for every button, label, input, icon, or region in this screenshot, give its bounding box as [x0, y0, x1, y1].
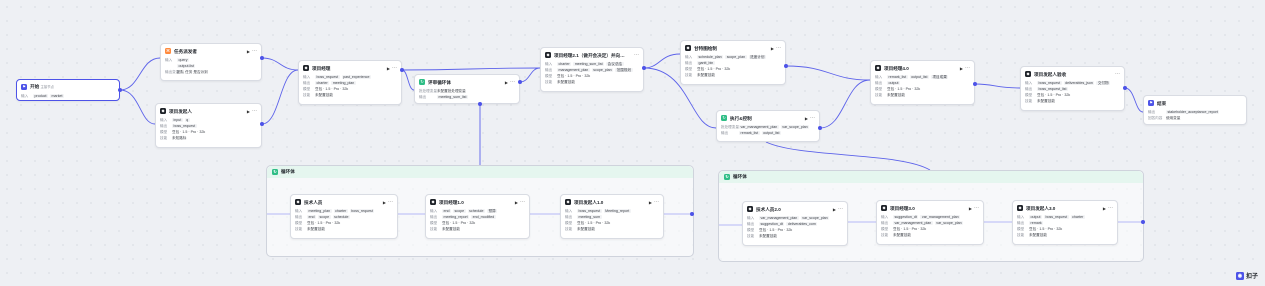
port-review-out[interactable] — [518, 80, 522, 84]
llm-icon: ◆ — [545, 52, 551, 58]
port-loop1-out[interactable] — [690, 212, 694, 216]
task-dispatcher-node[interactable]: ⌘ 任务派发者 ▶ ⋯ 输入 query output.list 输出变量 团队 任务 是… — [160, 43, 262, 81]
run-icon[interactable]: ▶ — [387, 66, 390, 71]
port-sponsor-out[interactable] — [260, 122, 264, 126]
port-loop2-out[interactable] — [1141, 220, 1145, 224]
project-manager-2-1-node[interactable]: ◆ 项目经理2.1（做开会决定）并向… ⋯ 输入 charter meeting_sum… — [540, 47, 644, 92]
llm-icon: ◆ — [685, 45, 691, 51]
end-node[interactable]: ⚑ 结束 输出 stakeholder_acceptance_report 回答内容… — [1143, 95, 1247, 125]
loop2-tech-node[interactable]: ◆ 技术人员2.0 ▶ ⋯ 输入 var_management_plan var_scop… — [742, 201, 848, 246]
llm-icon: ◆ — [565, 199, 571, 205]
run-icon[interactable]: ▶ — [1103, 206, 1106, 211]
more-icon[interactable]: ⋯ — [388, 199, 393, 205]
run-icon[interactable]: ▶ — [247, 49, 250, 54]
more-icon[interactable]: ⋯ — [392, 65, 397, 71]
more-icon[interactable]: ⋯ — [252, 108, 257, 114]
edge-sponsor-coach — [261, 69, 299, 125]
loop-group-header: ↻ 循环体 — [267, 166, 693, 178]
more-icon[interactable]: ⋯ — [520, 199, 525, 205]
edge-pm21-gantt — [643, 53, 681, 69]
edge-coach-pm21 — [401, 67, 541, 71]
loop1-tech-node[interactable]: ◆ 技术人员 ▶ ⋯ 输入 meeting_plan charter boss_reques… — [290, 194, 398, 239]
project-manager-node[interactable]: ◆ 项目经理 ▶ ⋯ 输入 boss_request past_experience 输出… — [298, 60, 402, 105]
edge-risk-pm40 — [819, 79, 871, 129]
llm-icon: ◆ — [430, 199, 436, 205]
start-node[interactable]: ⚑ 开始 主接节点 输入 product market — [16, 79, 120, 101]
run-icon[interactable]: ▶ — [505, 80, 508, 85]
port-pm21-out[interactable] — [642, 66, 646, 70]
loop1-pm-node[interactable]: ◆ 项目经理1.0 ▶ ⋯ 输入 end scope schedule 预算 输出 meetin… — [425, 194, 530, 239]
run-icon[interactable]: ▶ — [969, 206, 972, 211]
brand-logo: ◉ 扣子 — [1235, 271, 1258, 280]
more-icon[interactable]: ⋯ — [252, 48, 257, 54]
edge-pm40-sponsor — [974, 83, 1021, 89]
run-icon[interactable]: ▶ — [515, 200, 518, 205]
loop-icon: ↻ — [721, 115, 727, 121]
port-task-out[interactable] — [260, 56, 264, 60]
port-start-out[interactable] — [118, 88, 122, 92]
loop-group-header: ↻ 循环体 — [719, 171, 1143, 183]
project-manager-4-node[interactable]: ◆ 项目经理4.0 ▶ ⋯ 输入 remark_list output_list 项目成果 … — [870, 60, 975, 105]
port-pm40-out[interactable] — [973, 82, 977, 86]
port-gantt-out[interactable] — [784, 64, 788, 68]
edge-risk-loop2 — [765, 141, 931, 171]
more-icon[interactable]: ⋯ — [634, 52, 639, 58]
port-review-loop[interactable] — [478, 102, 482, 106]
project-sponsor-node[interactable]: ◆ 项目发起人 ▶ ⋯ 输入 input q 输出 boss_request 模型 豆包 · … — [155, 103, 262, 148]
loop-icon: ↻ — [272, 169, 278, 175]
run-icon[interactable]: ▶ — [247, 109, 250, 114]
loop2-pm-node[interactable]: ◆ 项目经理3.0 ▶ ⋯ 输入 suggestion_dt var_management… — [876, 200, 984, 245]
llm-icon: ◆ — [881, 205, 887, 211]
more-icon[interactable]: ⋯ — [974, 205, 979, 211]
edge-sponsor-end — [1124, 87, 1144, 113]
more-icon[interactable]: ⋯ — [510, 79, 515, 85]
edge-start-sponsor — [119, 89, 156, 125]
sponsor-acceptance-node[interactable]: ◆ 项目发起人验收 ⋯ 输入 boss_request deliverables_jso… — [1020, 66, 1125, 111]
more-icon[interactable]: ⋯ — [838, 206, 843, 212]
run-icon[interactable]: ▶ — [805, 116, 808, 121]
flag-icon: ⚑ — [21, 84, 27, 90]
edge-start-task — [119, 57, 161, 91]
loop2-sponsor-node[interactable]: ◆ 项目发起人3.0 ▶ ⋯ 输入 output boss_request charter … — [1012, 200, 1118, 245]
llm-icon: ◆ — [1017, 205, 1023, 211]
edge-gantt-pm40 — [785, 65, 871, 81]
end-flag-icon: ⚑ — [1148, 100, 1154, 106]
edge-coach-review — [401, 69, 415, 91]
more-icon[interactable]: ⋯ — [810, 115, 815, 121]
run-icon[interactable]: ▶ — [771, 46, 774, 51]
llm-icon: ◆ — [1025, 71, 1031, 77]
more-icon[interactable]: ⋯ — [1108, 205, 1113, 211]
run-icon[interactable]: ▶ — [383, 200, 386, 205]
port-risk-out[interactable] — [818, 126, 822, 130]
port-coach-out[interactable] — [400, 68, 404, 72]
coze-logo-icon: ◉ — [1235, 271, 1244, 280]
llm-icon: ◆ — [160, 108, 166, 114]
llm-icon: ◆ — [303, 65, 309, 71]
node-title: 开始 主接节点 — [30, 84, 55, 89]
run-icon[interactable]: ▶ — [649, 200, 652, 205]
more-icon[interactable]: ⋯ — [776, 45, 781, 51]
gantt-chart-node[interactable]: ◆ 甘特图绘制 ▶ ⋯ 输入 schedule_plan scope_plan 进度计划 输… — [680, 40, 786, 85]
code-icon: ⌘ — [165, 48, 171, 54]
more-icon[interactable]: ⋯ — [654, 199, 659, 205]
port-accept-out[interactable] — [1123, 86, 1127, 90]
loop-icon: ↻ — [419, 79, 425, 85]
run-icon[interactable]: ▶ — [960, 66, 963, 71]
more-icon[interactable]: ⋯ — [1115, 71, 1120, 77]
execute-control-node[interactable]: ↻ 执行&控制 ▶ ⋯ 批处理变量 var_management_plan var_sco… — [716, 110, 820, 142]
edge-task-coach — [261, 57, 299, 71]
run-icon[interactable]: ▶ — [833, 207, 836, 212]
review-loop-node[interactable]: ↻ 评审循环体 ▶ ⋯ 批处理变量 未配置批处理变量 输出 meeting_sum_lis… — [414, 74, 520, 104]
edge-review-pm21 — [519, 67, 541, 83]
llm-icon: ◆ — [875, 65, 881, 71]
loop-icon: ↻ — [724, 174, 730, 180]
loop1-sponsor-node[interactable]: ◆ 项目发起人1.0 ▶ ⋯ 输入 boss_request Meeting_report… — [560, 194, 664, 239]
more-icon[interactable]: ⋯ — [965, 65, 970, 71]
llm-icon: ◆ — [747, 206, 753, 212]
llm-icon: ◆ — [295, 199, 301, 205]
